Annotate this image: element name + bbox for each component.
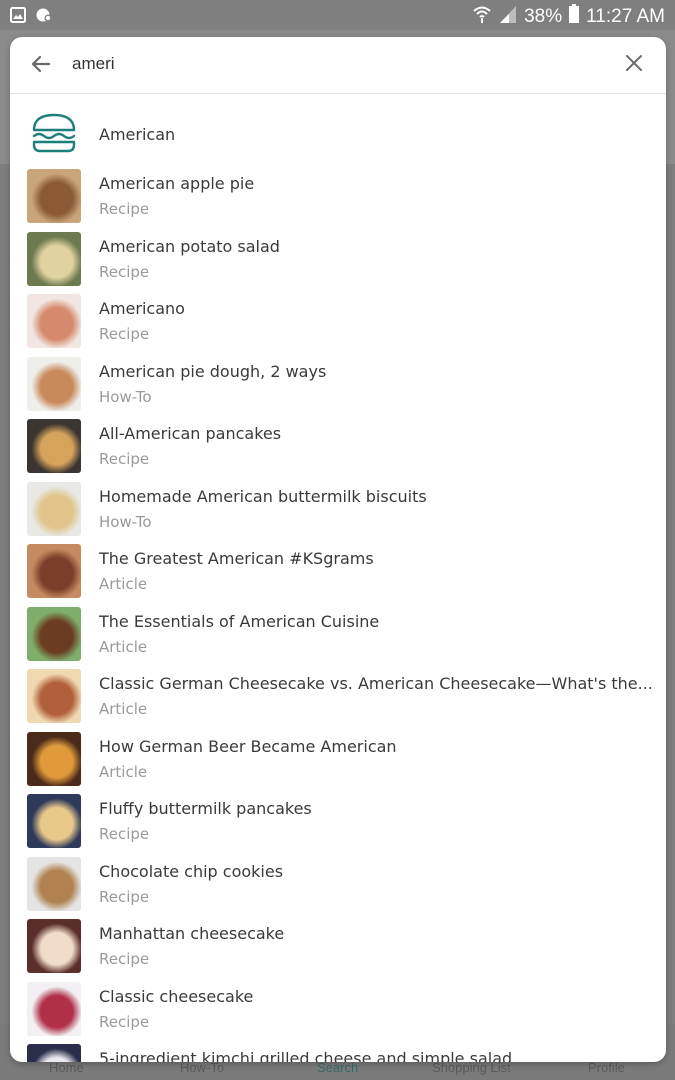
result-thumbnail: [27, 481, 81, 536]
result-item[interactable]: Chocolate chip cookies Recipe: [10, 856, 666, 920]
result-thumbnail: [27, 356, 81, 411]
result-title: 5-ingredient kimchi grilled cheese and s…: [99, 1049, 513, 1062]
result-thumbnail: [27, 419, 81, 473]
result-item[interactable]: How German Beer Became American Article: [10, 731, 666, 795]
category-label: American: [99, 125, 176, 144]
result-type: Article: [99, 700, 148, 718]
result-title: American apple pie: [99, 174, 255, 193]
search-input[interactable]: [72, 51, 592, 77]
result-thumbnail: [27, 606, 81, 661]
nav-profile[interactable]: Profile: [588, 1060, 625, 1075]
battery-icon: [568, 4, 580, 30]
result-type: Article: [99, 637, 148, 656]
result-thumbnail: [27, 1044, 81, 1062]
result-title: How German Beer Became American: [99, 736, 397, 756]
result-title: All-American pancakes: [99, 424, 282, 443]
result-item[interactable]: American pie dough, 2 ways How-To: [10, 356, 666, 420]
result-title: American pie dough, 2 ways: [99, 361, 327, 381]
result-thumbnail: [27, 294, 81, 348]
result-item[interactable]: 5-ingredient kimchi grilled cheese and s…: [10, 1044, 666, 1062]
result-item[interactable]: Fluffy buttermilk pancakes Recipe: [10, 794, 666, 857]
result-thumbnail: [27, 856, 81, 911]
result-item[interactable]: All-American pancakes Recipe: [10, 419, 666, 482]
nav-how-to[interactable]: How-To: [180, 1060, 224, 1075]
result-item[interactable]: Homemade American buttermilk biscuits How…: [10, 481, 666, 545]
result-item[interactable]: The Greatest American #KSgrams Article: [10, 544, 666, 607]
result-type: Recipe: [99, 325, 150, 343]
result-thumbnail: [27, 794, 81, 848]
result-title: Fluffy buttermilk pancakes: [99, 799, 312, 818]
status-bar: 38% 11:27 AM: [0, 0, 675, 30]
result-item[interactable]: Classic German Cheesecake vs. American C…: [10, 669, 666, 732]
result-item[interactable]: The Essentials of American Cuisine Articl…: [10, 606, 666, 670]
nav-search[interactable]: Search: [317, 1060, 358, 1075]
result-type: Recipe: [99, 262, 150, 281]
result-type: Article: [99, 575, 148, 593]
result-type: Recipe: [99, 200, 150, 218]
result-thumbnail: [27, 981, 81, 1036]
result-title: Chocolate chip cookies: [99, 861, 284, 881]
burger-icon: [30, 109, 78, 157]
result-type: Article: [99, 762, 148, 781]
clock: 11:27 AM: [586, 6, 665, 27]
search-panel: American American apple pieRecipeAmerica…: [10, 37, 666, 1062]
signal-icon: [498, 4, 518, 30]
result-thumbnail: [27, 731, 81, 786]
result-title: American potato salad: [99, 236, 280, 256]
status-right: 38% 11:27 AM: [472, 4, 665, 30]
close-icon[interactable]: [622, 51, 646, 75]
result-item[interactable]: Classic cheesecake Recipe: [10, 981, 666, 1045]
nav-shopping-list[interactable]: Shopping List: [432, 1060, 511, 1075]
result-thumbnail: [27, 169, 81, 223]
wifi-icon: [472, 4, 492, 30]
nav-home[interactable]: Home: [49, 1060, 84, 1075]
result-title: Classic cheesecake: [99, 986, 254, 1006]
result-title: Homemade American buttermilk biscuits: [99, 486, 427, 506]
battery-percent: 38%: [524, 6, 563, 27]
search-bar: [10, 37, 666, 94]
result-type: Recipe: [99, 450, 150, 468]
result-type: Recipe: [99, 1012, 150, 1031]
result-thumbnail: [27, 669, 81, 723]
result-thumbnail: [27, 544, 81, 598]
result-title: Americano: [99, 299, 185, 318]
result-thumbnail: [27, 231, 81, 286]
result-item[interactable]: American potato salad Recipe: [10, 231, 666, 295]
image-icon: [10, 7, 26, 23]
result-item[interactable]: Manhattan cheesecake Recipe: [10, 919, 666, 982]
result-title: Manhattan cheesecake: [99, 924, 285, 943]
result-title: The Essentials of American Cuisine: [99, 611, 380, 631]
result-title: Classic German Cheesecake vs. American C…: [99, 674, 653, 693]
result-thumbnail: [27, 919, 81, 973]
result-item[interactable]: American apple pie Recipe: [10, 169, 666, 232]
result-item[interactable]: Americano Recipe: [10, 294, 666, 357]
notification-icon: [36, 7, 52, 23]
result-type: How-To: [99, 387, 152, 406]
result-title: The Greatest American #KSgrams: [99, 549, 374, 568]
result-type: How-To: [99, 512, 152, 531]
result-type: Recipe: [99, 950, 150, 968]
result-type: Recipe: [99, 825, 150, 843]
arrow-left-icon[interactable]: [28, 51, 54, 77]
category-row[interactable]: American: [10, 101, 666, 163]
result-type: Recipe: [99, 887, 150, 906]
